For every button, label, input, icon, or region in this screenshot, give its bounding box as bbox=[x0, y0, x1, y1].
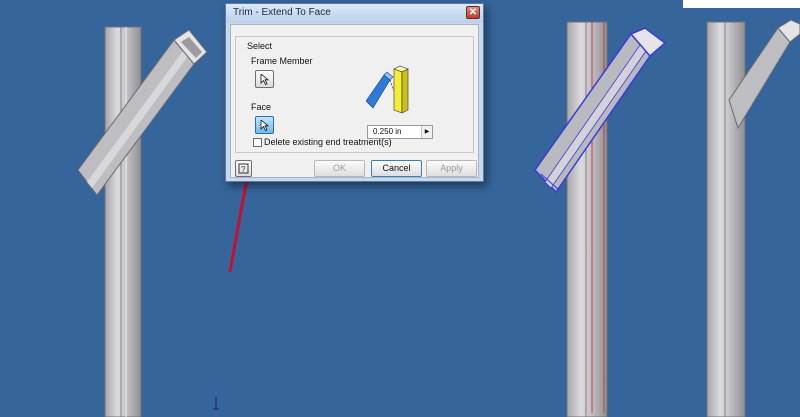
face-label: Face bbox=[251, 102, 272, 112]
frame-member-label: Frame Member bbox=[251, 56, 313, 66]
delete-treatment-label: Delete existing end treatment(s) bbox=[264, 137, 392, 147]
pointer-arrow-icon bbox=[260, 74, 270, 85]
chevron-right-icon: ▶ bbox=[424, 129, 430, 135]
frame-member-select-button[interactable] bbox=[255, 70, 274, 88]
dialog-titlebar[interactable]: Trim - Extend To Face ✕ bbox=[226, 4, 483, 23]
axis-indicator-icon bbox=[213, 397, 219, 410]
help-button[interactable]: ? bbox=[235, 160, 252, 177]
close-icon: ✕ bbox=[468, 7, 478, 18]
middle-frame-model[interactable] bbox=[534, 21, 667, 417]
ok-button[interactable]: OK bbox=[314, 160, 365, 177]
close-button[interactable]: ✕ bbox=[466, 6, 480, 19]
left-vertical-post[interactable] bbox=[104, 26, 142, 417]
select-group: Select Frame Member Face 0.250 in ▶ bbox=[235, 36, 474, 153]
trim-preview-image bbox=[366, 65, 409, 114]
face-select-button[interactable] bbox=[255, 116, 274, 134]
window-edge-strip bbox=[683, 0, 800, 8]
right-vertical-post[interactable] bbox=[706, 21, 746, 417]
right-frame-model[interactable] bbox=[706, 19, 800, 417]
select-group-label: Select bbox=[245, 41, 275, 51]
apply-button[interactable]: Apply bbox=[426, 160, 477, 177]
dialog-content: Select Frame Member Face 0.250 in ▶ Dele… bbox=[230, 24, 479, 178]
spinner-arrow-button[interactable]: ▶ bbox=[421, 126, 432, 138]
offset-value: 0.250 in bbox=[373, 127, 402, 136]
cancel-button[interactable]: Cancel bbox=[371, 160, 422, 177]
svg-text:?: ? bbox=[241, 165, 246, 174]
pointer-arrow-icon bbox=[260, 120, 270, 131]
left-frame-model[interactable] bbox=[77, 26, 208, 417]
dialog-title: Trim - Extend To Face bbox=[233, 7, 331, 18]
trim-extend-to-face-dialog: Trim - Extend To Face ✕ Select Frame Mem… bbox=[225, 3, 484, 182]
delete-treatment-checkbox[interactable] bbox=[253, 138, 262, 147]
help-icon: ? bbox=[238, 163, 249, 174]
